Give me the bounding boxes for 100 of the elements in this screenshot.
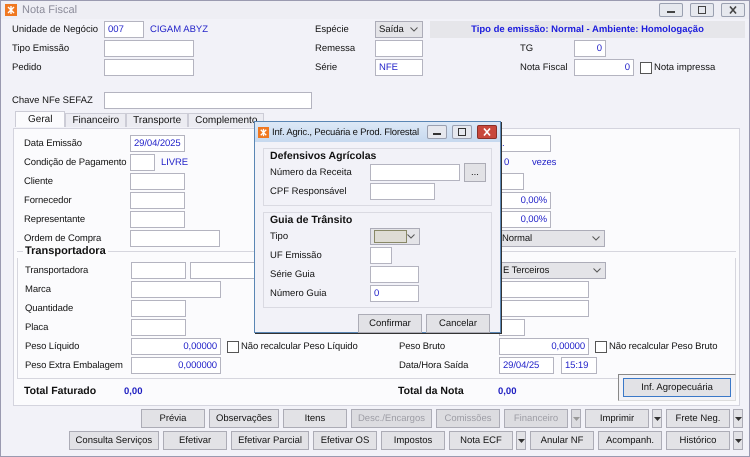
input-field[interactable] xyxy=(370,183,435,200)
input-field[interactable]: 0 xyxy=(574,59,634,76)
input-field[interactable] xyxy=(104,40,194,57)
dialog-button[interactable]: Cancelar xyxy=(426,314,490,333)
window-title: Nota Fiscal xyxy=(22,4,78,16)
input-field[interactable] xyxy=(499,300,589,317)
maximize-button[interactable] xyxy=(690,3,714,17)
app-icon xyxy=(5,4,17,16)
checkbox[interactable] xyxy=(640,62,652,74)
tab[interactable]: Financeiro xyxy=(65,113,126,127)
installments-label: vezes xyxy=(532,157,556,168)
action-button[interactable]: Nota ECF xyxy=(449,431,513,450)
action-button[interactable]: Frete Neg. xyxy=(666,409,730,428)
input-field[interactable] xyxy=(131,319,186,336)
input-field[interactable] xyxy=(130,154,155,171)
field-label: Data/Hora Saída xyxy=(399,360,468,371)
minimize-button[interactable] xyxy=(427,125,447,139)
dropdown-button[interactable] xyxy=(733,431,743,450)
installments-count: 0 xyxy=(504,157,510,168)
input-field[interactable] xyxy=(370,247,392,264)
field-label: Série xyxy=(315,62,338,73)
caret-icon xyxy=(410,27,418,32)
caret-icon xyxy=(734,438,742,442)
action-button[interactable]: Prévia xyxy=(140,409,205,428)
input-field[interactable]: 0,000000 xyxy=(131,357,221,374)
input-field[interactable] xyxy=(375,40,423,57)
action-button[interactable]: Imprimir xyxy=(585,409,649,428)
lookup-button[interactable]: ... xyxy=(464,163,486,182)
action-button[interactable]: Acompanh. xyxy=(598,431,662,450)
payment-name: LIVRE xyxy=(161,157,188,168)
field-label: Peso Líquido xyxy=(25,341,80,352)
action-button[interactable]: Efetivar xyxy=(163,431,228,450)
unit-name: CIGAM ABYZ xyxy=(150,24,208,35)
dropdown-button[interactable] xyxy=(516,431,526,450)
input-field[interactable] xyxy=(131,300,186,317)
input-field[interactable] xyxy=(370,266,419,283)
input-field[interactable] xyxy=(131,281,221,298)
action-button[interactable]: Itens xyxy=(282,409,347,428)
input-field[interactable] xyxy=(130,230,220,247)
input-field[interactable]: 29/04/2025 xyxy=(130,135,185,152)
input-field[interactable]: 0,00000 xyxy=(499,338,589,355)
input-field[interactable]: 0 xyxy=(370,285,419,302)
close-button[interactable] xyxy=(477,125,497,139)
tab[interactable]: Complemento xyxy=(188,113,264,127)
tab[interactable]: Transporte xyxy=(126,113,188,127)
dropdown-button[interactable] xyxy=(652,409,662,428)
input-field[interactable] xyxy=(130,192,185,209)
field-label: Número Guia xyxy=(270,288,328,299)
total-label: Total da Nota xyxy=(398,385,465,397)
input-field[interactable] xyxy=(104,59,194,76)
input-field[interactable]: 0 xyxy=(574,40,606,57)
field-label: Remessa xyxy=(315,43,356,54)
dropdown[interactable]: E Terceiros xyxy=(499,262,606,279)
field-label: Série Guia xyxy=(270,269,316,280)
close-icon xyxy=(728,6,738,14)
input-field[interactable] xyxy=(499,281,589,298)
maximize-icon xyxy=(457,128,467,136)
input-field[interactable] xyxy=(104,92,312,109)
field-label: Peso Extra Embalagem xyxy=(25,360,124,371)
input-field[interactable]: 0,00000 xyxy=(131,338,221,355)
caret-icon xyxy=(654,416,660,420)
code-field[interactable]: 007 xyxy=(104,21,144,38)
type-dropdown[interactable] xyxy=(370,228,420,245)
input-field[interactable] xyxy=(131,262,186,279)
action-button[interactable]: Efetivar Parcial xyxy=(231,431,309,450)
field-label: Quantidade xyxy=(25,303,74,314)
checkbox[interactable] xyxy=(227,340,239,352)
total-label: Total Faturado xyxy=(24,385,98,397)
input-field[interactable] xyxy=(499,319,525,336)
close-button[interactable] xyxy=(721,3,745,17)
field-label: Unidade de Negócio xyxy=(12,24,100,35)
input-field[interactable] xyxy=(130,211,185,228)
app-icon xyxy=(258,126,269,138)
checkbox-label: Não recalcular Peso Bruto xyxy=(609,341,718,352)
field-label: Tipo Emissão xyxy=(12,43,70,54)
action-button[interactable]: Histórico xyxy=(666,431,730,450)
agro-button[interactable]: Inf. Agropecuária xyxy=(623,378,731,396)
minimize-button[interactable] xyxy=(659,3,683,17)
field-label: Cliente xyxy=(24,176,54,187)
action-button[interactable]: Efetivar OS xyxy=(313,431,377,450)
input-field[interactable] xyxy=(130,173,185,190)
checkbox[interactable] xyxy=(595,340,607,352)
action-button[interactable]: Consulta Serviços xyxy=(68,431,160,450)
dropdown-button[interactable] xyxy=(733,409,743,428)
field-label: Representante xyxy=(24,214,86,225)
date-field[interactable]: 29/04/25 xyxy=(499,357,554,374)
especie-dropdown[interactable]: Saída xyxy=(375,21,423,38)
action-button[interactable]: Anular NF xyxy=(530,431,594,450)
input-field[interactable]: NFE xyxy=(375,59,423,76)
group-title: Defensivos Agrícolas xyxy=(270,150,378,163)
action-button[interactable]: Observações xyxy=(208,409,279,428)
close-icon xyxy=(482,128,492,136)
action-button[interactable]: Impostos xyxy=(381,431,445,450)
input-field[interactable] xyxy=(370,164,460,181)
time-field[interactable]: 15:19 xyxy=(561,357,597,374)
field-label: Placa xyxy=(25,322,50,333)
maximize-button[interactable] xyxy=(452,125,472,139)
dialog-button[interactable]: Confirmar xyxy=(358,314,422,333)
caret-icon xyxy=(518,438,524,442)
tab[interactable]: Geral xyxy=(15,111,66,127)
